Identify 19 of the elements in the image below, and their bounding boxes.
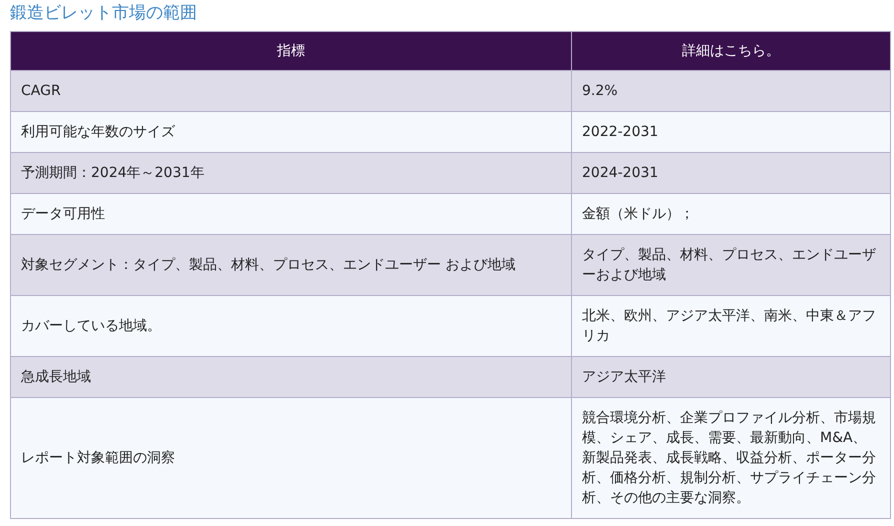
table-cell: レポート対象範囲の洞察 xyxy=(10,398,572,518)
table-cell: 急成長地域 xyxy=(10,356,572,398)
page-title: 鍛造ビレット市場の範囲 xyxy=(10,2,197,24)
table-cell: 金額（米ドル）； xyxy=(572,194,890,234)
table-cell: アジア太平洋 xyxy=(572,356,890,398)
table-cell: カバーしている地域。 xyxy=(10,296,572,356)
header-cell: 詳細はこちら。 xyxy=(572,32,890,70)
table-cell: データ可用性 xyxy=(10,194,572,234)
table-cell: タイプ、製品、材料、プロセス、エンドユーザーおよび地域 xyxy=(572,234,890,296)
table-cell: 2024-2031 xyxy=(572,152,890,194)
table-cell: 予測期間：2024年～2031年 xyxy=(10,152,572,194)
table-cell: 9.2% xyxy=(572,70,890,112)
table-cell: 競合環境分析、企業プロファイル分析、市場規模、シェア、成長、需要、最新動向、M&A、新製品発表、成長戦略、収益分析、ポーター分析、価格分析、規制分析、サプライチェーン分析、その他の主要な洞察。 xyxy=(572,398,890,518)
table-cell: 利用可能な年数のサイズ xyxy=(10,112,572,152)
table-cell: 対象セグメント：タイプ、製品、材料、プロセス、エンドユーザー および地域 xyxy=(10,234,572,296)
header-cell: 指標 xyxy=(10,32,572,70)
table-cell: 2022-2031 xyxy=(572,112,890,152)
table-cell: 北米、欧州、アジア太平洋、南米、中東＆アフリカ xyxy=(572,296,890,356)
table-cell: CAGR xyxy=(10,70,572,112)
